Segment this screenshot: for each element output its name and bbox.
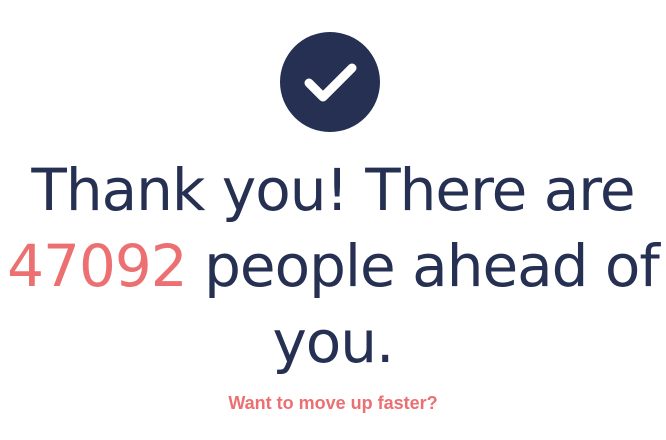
headline-line-1: Thank you! There are: [31, 156, 635, 224]
confirmation-page: Thank you! There are 47092 people ahead …: [0, 0, 666, 440]
checkmark-icon: [280, 32, 380, 132]
move-up-faster-link[interactable]: Want to move up faster?: [0, 391, 666, 415]
headline-line-2-text: people ahead of: [204, 232, 660, 300]
queue-position-headline: Thank you! There are 47092 people ahead …: [0, 152, 666, 380]
headline-line-2: 47092 people ahead of: [0, 228, 666, 304]
headline-line-3: you.: [272, 308, 394, 376]
success-badge: [280, 32, 380, 132]
people-ahead-count: 47092: [7, 232, 188, 300]
